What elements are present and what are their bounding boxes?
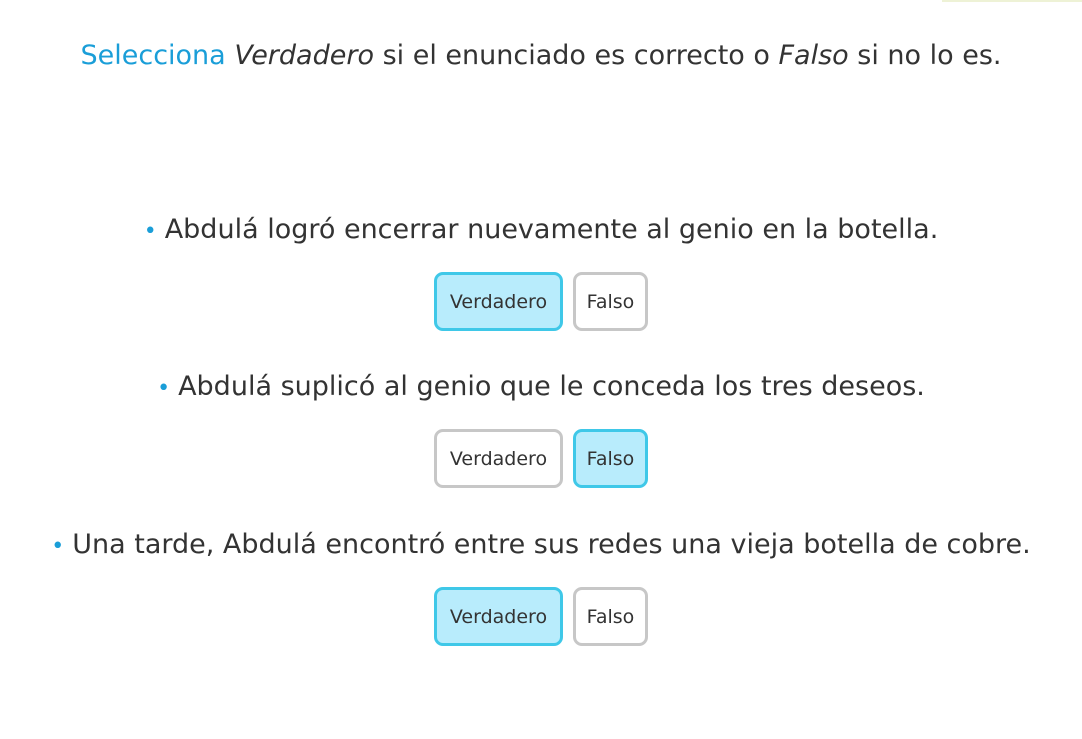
question-statement: • Abdulá suplicó al genio que le conceda … (0, 369, 1082, 407)
question-text: Una tarde, Abdulá encontró entre sus red… (72, 529, 1031, 560)
instruction-middle: si el enunciado es correcto o (382, 40, 770, 71)
question-2: • Abdulá suplicó al genio que le conceda … (0, 369, 1082, 488)
answer-options: Verdadero Falso (0, 429, 1082, 488)
falso-button[interactable]: Falso (573, 587, 648, 646)
question-statement: • Abdulá logró encerrar nuevamente al gen… (0, 212, 1082, 250)
question-text: Abdulá logró encerrar nuevamente al geni… (164, 214, 939, 245)
instruction-lead: Selecciona (80, 40, 226, 71)
verdadero-button[interactable]: Verdadero (434, 272, 563, 331)
instruction-term-true: Verdadero (234, 40, 374, 71)
instruction-term-false: Falso (778, 40, 849, 71)
bullet-icon: • (157, 376, 171, 401)
falso-button[interactable]: Falso (573, 429, 648, 488)
answer-options: Verdadero Falso (0, 272, 1082, 331)
bullet-icon: • (51, 534, 65, 559)
verdadero-button[interactable]: Verdadero (434, 587, 563, 646)
corner-accent (942, 0, 1082, 2)
question-3: • Una tarde, Abdulá encontró entre sus re… (0, 527, 1082, 646)
question-statement: • Una tarde, Abdulá encontró entre sus re… (0, 527, 1082, 565)
instruction-text: Selecciona Verdadero si el enunciado es … (0, 38, 1082, 74)
falso-button[interactable]: Falso (573, 272, 648, 331)
question-1: • Abdulá logró encerrar nuevamente al gen… (0, 212, 1082, 331)
answer-options: Verdadero Falso (0, 587, 1082, 646)
instruction-tail: si no lo es. (857, 40, 1002, 71)
question-text: Abdulá suplicó al genio que le conceda l… (178, 371, 925, 402)
bullet-icon: • (143, 219, 157, 244)
verdadero-button[interactable]: Verdadero (434, 429, 563, 488)
